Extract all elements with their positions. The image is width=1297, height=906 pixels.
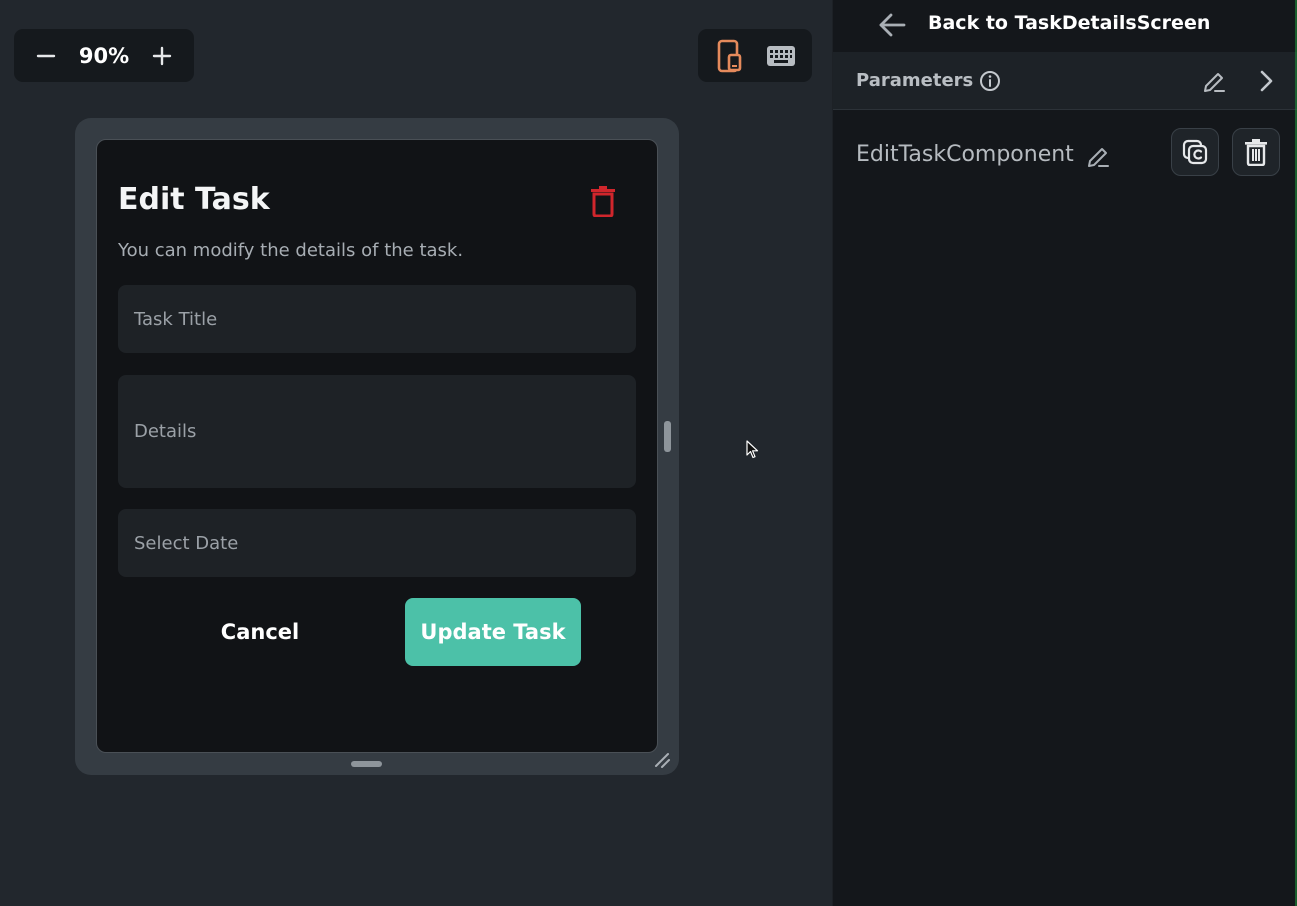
zoom-in-button[interactable]: [142, 36, 182, 76]
pencil-icon[interactable]: [1201, 69, 1227, 95]
edit-task-dialog: Edit Task You can modify the details of …: [96, 139, 658, 753]
device-mode-toggle: [698, 29, 812, 82]
dialog-subtitle: You can modify the details of the task.: [118, 240, 464, 261]
mouse-cursor-icon: [746, 440, 759, 459]
delete-component-button[interactable]: [1232, 128, 1280, 176]
info-icon[interactable]: [979, 70, 1001, 92]
copy-component-button[interactable]: [1171, 128, 1219, 176]
phone-mode-button[interactable]: [708, 36, 752, 76]
delete-task-button[interactable]: [585, 182, 621, 220]
minus-icon: [36, 54, 56, 57]
dialog-title: Edit Task: [118, 182, 270, 217]
height-resize-handle[interactable]: [351, 761, 382, 767]
corner-resize-handle[interactable]: [652, 750, 672, 770]
date-placeholder: Select Date: [134, 532, 239, 554]
details-input[interactable]: Details: [118, 375, 636, 488]
trash-icon: [1245, 139, 1267, 166]
component-row: EditTaskComponent: [833, 126, 1297, 182]
zoom-control: 90%: [14, 29, 194, 82]
parameters-header: Parameters: [833, 52, 1297, 110]
keyboard-icon: [766, 45, 795, 66]
select-date-input[interactable]: Select Date: [118, 509, 636, 577]
chevron-right-icon[interactable]: [1256, 68, 1276, 94]
back-navigation[interactable]: Back to TaskDetailsScreen: [833, 0, 1297, 50]
rename-pencil-icon[interactable]: [1085, 144, 1111, 170]
phone-tablet-icon: [717, 39, 741, 72]
parameters-label: Parameters: [856, 70, 974, 91]
device-frame: Edit Task You can modify the details of …: [75, 118, 679, 775]
width-resize-handle[interactable]: [664, 421, 671, 452]
keyboard-mode-button[interactable]: [759, 36, 803, 76]
details-placeholder: Details: [134, 421, 197, 442]
resize-grip-icon: [655, 753, 670, 768]
cancel-button[interactable]: Cancel: [185, 598, 335, 666]
canvas-area: 90% Edit Task You can modify the details…: [0, 0, 832, 906]
task-title-placeholder: Task Title: [134, 308, 218, 330]
zoom-out-button[interactable]: [26, 36, 66, 76]
properties-panel: Back to TaskDetailsScreen Parameters Edi…: [832, 0, 1297, 906]
zoom-level: 90%: [78, 43, 130, 68]
update-task-button[interactable]: Update Task: [405, 598, 581, 666]
back-label: Back to TaskDetailsScreen: [928, 12, 1211, 34]
trash-icon: [591, 186, 615, 217]
arrow-left-icon: [879, 13, 906, 37]
copy-icon: [1182, 139, 1208, 165]
component-name: EditTaskComponent: [856, 142, 1074, 167]
plus-icon: [152, 46, 172, 65]
task-title-input[interactable]: Task Title: [118, 285, 636, 353]
